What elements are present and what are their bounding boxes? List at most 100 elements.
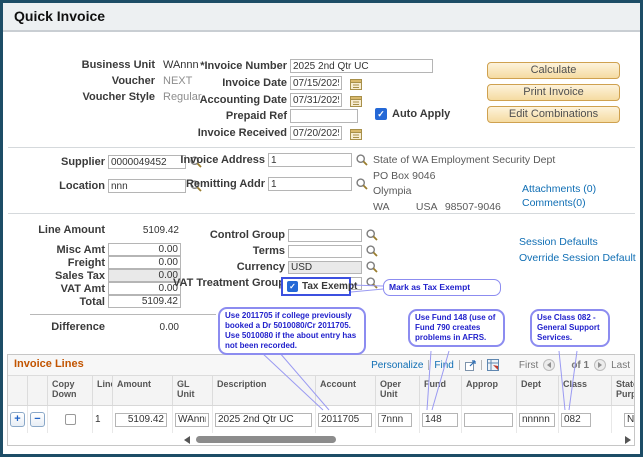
comments-link[interactable]: Comments(0) — [522, 197, 586, 209]
vat-treatment-label: VAT Treatment Group — [172, 277, 285, 289]
invoice-address-input[interactable] — [268, 153, 352, 167]
prepaid-ref-label: Prepaid Ref — [225, 110, 287, 122]
add-row-button[interactable]: + — [10, 412, 25, 427]
scroll-right-icon[interactable] — [625, 436, 631, 444]
remove-row-button[interactable]: − — [30, 412, 45, 427]
invoice-received-input[interactable] — [290, 126, 342, 140]
total-input[interactable] — [108, 295, 181, 308]
line-amount-label: Line Amount — [38, 224, 105, 236]
terms-label: Terms — [252, 245, 285, 257]
row-account-input[interactable] — [318, 412, 372, 427]
row-description-input[interactable] — [215, 412, 312, 427]
misc-amt-row: Misc Amt — [23, 243, 181, 256]
row-oper-unit-input[interactable] — [378, 412, 412, 427]
check-icon: ✓ — [289, 281, 296, 291]
edit-combinations-button[interactable]: Edit Combinations — [487, 106, 620, 123]
separator — [8, 213, 635, 214]
row-gl-unit-input[interactable] — [175, 412, 209, 427]
vat-amt-label: VAT Amt — [60, 282, 105, 295]
remitting-addr-row: Remitting Addr — [173, 177, 369, 191]
invoice-lines-grid: Invoice Lines Personalize Find First of … — [7, 354, 635, 446]
download-grid-icon[interactable] — [486, 359, 499, 371]
grid-title: Invoice Lines — [14, 358, 84, 370]
address-line1: State of WA Employment Security Dept — [373, 154, 556, 166]
left-arrow-icon — [547, 362, 552, 368]
currency-row: Currency — [165, 260, 379, 274]
invoice-number-input[interactable] — [290, 59, 433, 73]
session-defaults-link[interactable]: Session Defaults — [519, 236, 598, 248]
column-header-gl-unit: GL Unit — [173, 376, 213, 405]
print-invoice-button[interactable]: Print Invoice — [487, 84, 620, 101]
prepaid-ref-row: Prepaid Ref — [163, 109, 358, 123]
currency-input[interactable] — [288, 260, 362, 274]
tax-exempt-checkbox[interactable]: ✓ — [287, 281, 298, 292]
row-dept-input[interactable] — [519, 412, 555, 427]
grid-toolbar: Personalize Find First of 1 Last — [371, 357, 630, 373]
row-state-purpo-input[interactable] — [624, 412, 634, 427]
sales-tax-row: Sales Tax — [23, 269, 181, 282]
row-class-input[interactable] — [561, 412, 591, 427]
copy-down-checkbox[interactable] — [64, 414, 76, 425]
column-header-account: Account — [316, 376, 376, 405]
currency-label: Currency — [236, 261, 285, 273]
line-number: 1 — [95, 414, 101, 425]
row-approp-input[interactable] — [464, 412, 513, 427]
auto-apply-checkbox[interactable]: ✓ — [375, 108, 387, 120]
previous-page-icon[interactable] — [543, 359, 556, 371]
first-label[interactable]: First — [519, 360, 538, 371]
lookup-icon[interactable] — [365, 260, 379, 274]
line-amount-row: Line Amount 5109.42 — [23, 224, 179, 236]
freight-row: Freight — [23, 256, 181, 269]
column-header-approp: Approp — [462, 376, 517, 405]
grid-header-row: Copy Down Line Amount GL Unit Descriptio… — [8, 376, 634, 406]
override-session-default-link[interactable]: Override Session Default — [519, 252, 636, 264]
terms-row: Terms — [165, 244, 379, 258]
personalize-link[interactable]: Personalize — [371, 360, 423, 371]
invoice-date-input[interactable] — [290, 76, 342, 90]
control-group-label: Control Group — [209, 229, 285, 241]
accounting-date-input[interactable] — [290, 93, 342, 107]
invoice-received-label: Invoice Received — [197, 127, 287, 139]
popout-icon[interactable] — [464, 359, 476, 371]
column-header-oper-unit: Oper Unit — [376, 376, 420, 405]
remitting-addr-input[interactable] — [268, 177, 352, 191]
total-label: Total — [79, 295, 105, 308]
toolbar-separator — [428, 360, 430, 370]
control-group-input[interactable] — [288, 228, 362, 242]
next-page-icon[interactable] — [594, 359, 607, 371]
lookup-icon[interactable] — [355, 177, 369, 191]
invoice-address-row: Invoice Address — [173, 153, 369, 167]
terms-input[interactable] — [288, 244, 362, 258]
auto-apply-row: ✓ Auto Apply — [375, 108, 450, 120]
column-header-class: Class — [559, 376, 612, 405]
location-label: Location — [59, 180, 105, 192]
total-row: Total — [23, 295, 181, 308]
account-note-callout: Use 2011705 if college previously booked… — [218, 307, 366, 355]
row-amount-input[interactable] — [115, 412, 167, 427]
lookup-icon[interactable] — [355, 153, 369, 167]
tax-exempt-note-callout: Mark as Tax Exempt — [383, 279, 501, 296]
column-header-description: Description — [213, 376, 316, 405]
lookup-icon[interactable] — [365, 228, 379, 242]
prepaid-ref-input[interactable] — [290, 109, 358, 123]
last-label[interactable]: Last — [611, 360, 630, 371]
difference-value: 0.00 — [159, 321, 179, 333]
lookup-icon[interactable] — [365, 276, 379, 290]
calendar-icon[interactable] — [350, 127, 362, 140]
scrollbar-thumb[interactable] — [196, 436, 336, 443]
attachments-link[interactable]: Attachments (0) — [522, 183, 596, 195]
calculate-button[interactable]: Calculate — [487, 62, 620, 79]
remitting-addr-label: Remitting Addr — [185, 178, 265, 190]
calendar-icon[interactable] — [350, 77, 362, 90]
address-line2: PO Box 9046 — [373, 169, 436, 182]
invoice-received-row: Invoice Received — [163, 126, 362, 140]
business-unit-label: Business Unit — [81, 59, 155, 71]
lookup-icon[interactable] — [365, 244, 379, 258]
row-fund-input[interactable] — [422, 412, 458, 427]
title-bar: Quick Invoice — [3, 3, 640, 32]
calendar-icon[interactable] — [350, 94, 362, 107]
tax-exempt-highlight: ✓ Tax Exempt — [281, 277, 357, 296]
column-header-amount: Amount — [113, 376, 173, 405]
find-link[interactable]: Find — [434, 360, 453, 371]
scroll-left-icon[interactable] — [184, 436, 190, 444]
